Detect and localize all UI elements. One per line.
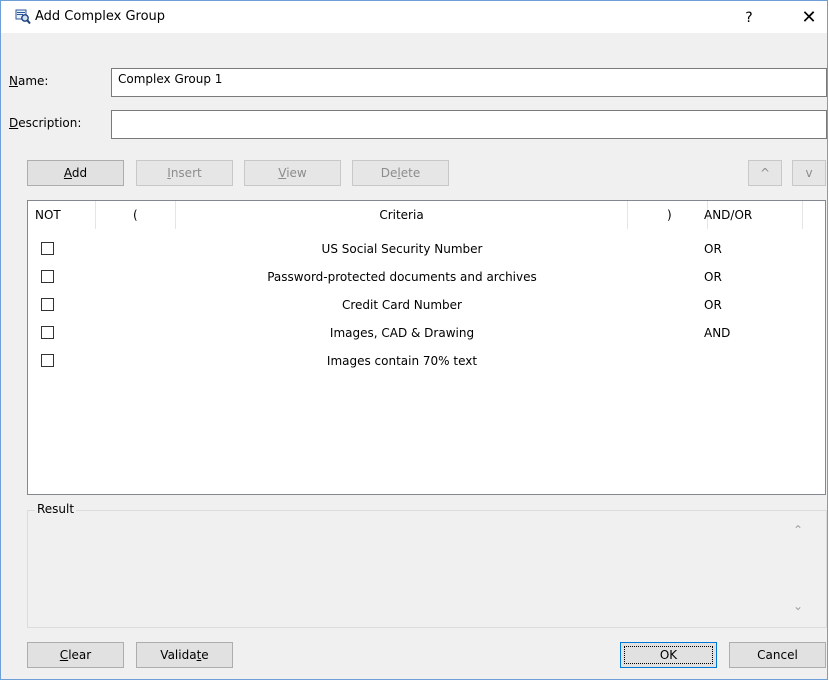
column-header-criteria[interactable]: Criteria: [176, 201, 628, 229]
and-or-cell: OR: [704, 298, 722, 312]
column-header-and-or[interactable]: AND/OR: [704, 201, 803, 229]
column-header-not[interactable]: NOT: [28, 201, 96, 229]
ok-button[interactable]: OK: [620, 642, 717, 668]
not-checkbox[interactable]: [41, 270, 54, 283]
add-button[interactable]: Add: [27, 160, 124, 186]
description-field[interactable]: [111, 110, 827, 139]
and-or-cell: AND: [704, 326, 731, 340]
criteria-cell: US Social Security Number: [321, 242, 483, 256]
column-header-open-paren[interactable]: (: [96, 201, 176, 229]
table-row[interactable]: US Social Security Number OR: [28, 236, 825, 264]
focus-rectangle: [624, 646, 713, 664]
not-checkbox[interactable]: [41, 326, 54, 339]
validate-button[interactable]: Validate: [136, 642, 233, 668]
title-bar: Add Complex Group ? ✕: [1, 1, 827, 33]
result-label: Result: [35, 502, 77, 516]
not-checkbox[interactable]: [41, 354, 54, 367]
name-field[interactable]: Complex Group 1: [111, 68, 827, 97]
close-button[interactable]: ✕: [797, 7, 821, 29]
search-icon: [15, 9, 31, 25]
dialog-window: Add Complex Group ? ✕ Name: Complex Grou…: [0, 0, 828, 680]
scroll-down-icon[interactable]: ⌄: [793, 599, 803, 613]
delete-button[interactable]: Delete: [352, 160, 449, 186]
not-checkbox[interactable]: [41, 298, 54, 311]
criteria-cell: Images, CAD & Drawing: [329, 326, 475, 340]
scroll-up-icon[interactable]: ⌃: [793, 523, 803, 537]
criteria-cell: Password-protected documents and archive…: [267, 270, 537, 284]
clear-button[interactable]: Clear: [27, 642, 124, 668]
description-label: Description:: [9, 116, 82, 130]
not-checkbox[interactable]: [41, 242, 54, 255]
insert-button[interactable]: Insert: [136, 160, 233, 186]
criteria-cell: Images contain 70% text: [326, 354, 478, 368]
and-or-cell: OR: [704, 270, 722, 284]
move-down-button[interactable]: v: [792, 160, 826, 186]
move-up-button[interactable]: ^: [748, 160, 782, 186]
name-label: Name:: [9, 74, 49, 88]
table-row[interactable]: Images contain 70% text: [28, 348, 825, 376]
table-row[interactable]: Password-protected documents and archive…: [28, 264, 825, 292]
table-row[interactable]: Credit Card Number OR: [28, 292, 825, 320]
and-or-cell: OR: [704, 242, 722, 256]
column-header-close-paren[interactable]: ): [628, 201, 708, 229]
result-output[interactable]: [28, 519, 826, 627]
criteria-cell: Credit Card Number: [342, 298, 462, 312]
view-button[interactable]: View: [244, 160, 341, 186]
window-title: Add Complex Group: [35, 9, 166, 24]
criteria-table: NOT ( Criteria ) AND/OR US Social Securi…: [27, 200, 826, 495]
column-header-and-or-label: AND/OR: [704, 208, 753, 222]
cancel-button[interactable]: Cancel: [729, 642, 826, 668]
table-row[interactable]: Images, CAD & Drawing AND: [28, 320, 825, 348]
help-button[interactable]: ?: [738, 7, 760, 29]
